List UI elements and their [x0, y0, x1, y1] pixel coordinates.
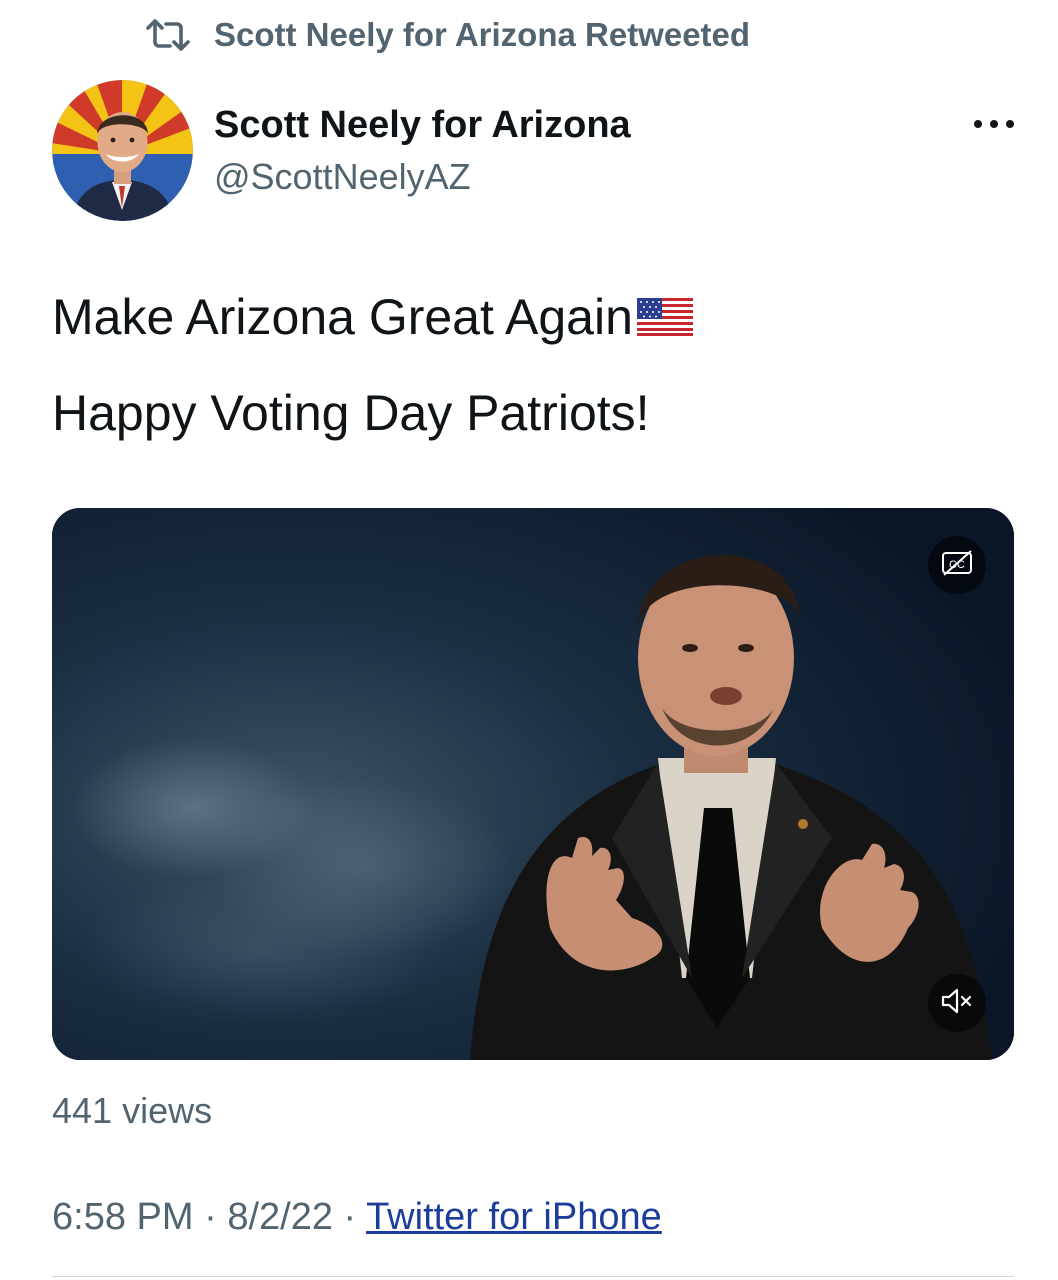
- closed-captions-icon: CC: [940, 548, 974, 583]
- speaker-muted-icon: [939, 986, 975, 1021]
- retweet-indicator[interactable]: Scott Neely for Arizona Retweeted: [144, 14, 750, 56]
- tweet-date[interactable]: 8/2/22: [227, 1196, 333, 1238]
- retweet-icon: [144, 18, 192, 52]
- tweet-text: Make Arizona Great Again: [52, 289, 633, 345]
- video-player[interactable]: CC: [52, 508, 1014, 1060]
- video-frame: [52, 508, 1014, 1060]
- retweet-label: Scott Neely for Arizona Retweeted: [214, 16, 751, 53]
- more-dots-icon: [972, 117, 1016, 135]
- avatar[interactable]: [52, 80, 193, 221]
- meta-separator-2: ·: [343, 1196, 357, 1238]
- tweet-text-line-1: Make Arizona Great Again: [52, 288, 693, 346]
- us-flag-emoji: [636, 298, 693, 336]
- captions-button[interactable]: CC: [928, 536, 986, 594]
- source-link[interactable]: Twitter for iPhone: [366, 1196, 662, 1238]
- meta-separator: ·: [204, 1196, 217, 1238]
- tweet-time[interactable]: 6:58 PM: [52, 1196, 194, 1238]
- more-options-button[interactable]: [964, 108, 1024, 144]
- tweet-text-line-2: Happy Voting Day Patriots!: [52, 384, 650, 442]
- tweet-text-2: Happy Voting Day Patriots!: [52, 385, 650, 441]
- divider: [52, 1276, 1014, 1277]
- author-name[interactable]: Scott Neely for Arizona: [214, 104, 631, 147]
- tweet-meta: 6:58 PM · 8/2/22 · Twitter for iPhone: [52, 1196, 662, 1239]
- mute-button[interactable]: [928, 974, 986, 1032]
- author-handle[interactable]: @ScottNeelyAZ: [214, 156, 471, 198]
- view-count: 441 views: [52, 1090, 213, 1131]
